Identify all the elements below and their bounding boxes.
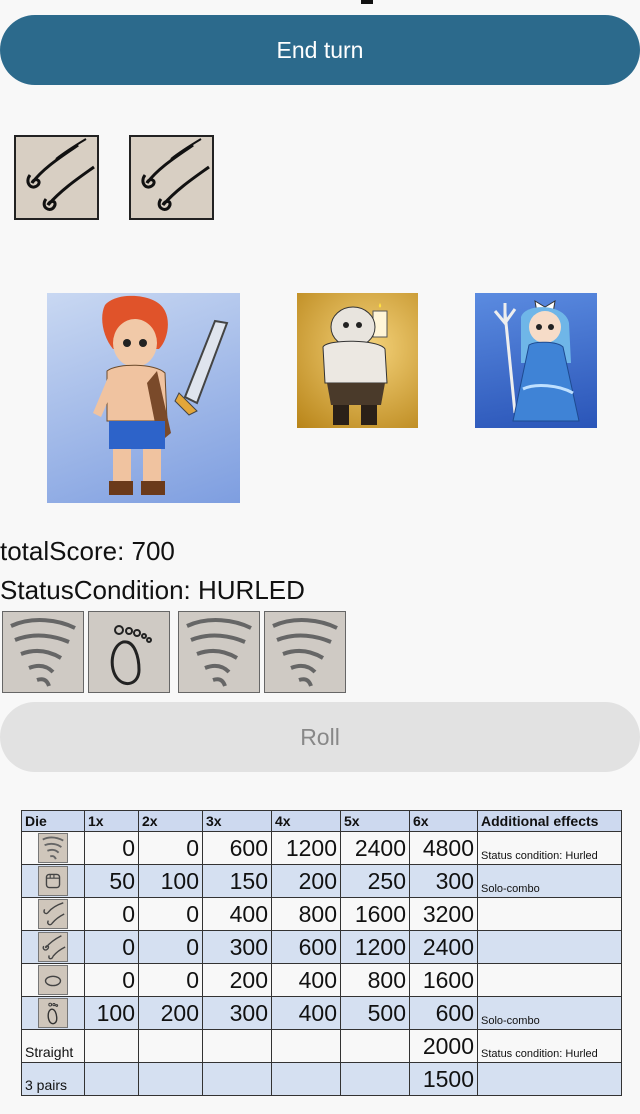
score-cell: 600 [409, 996, 478, 1030]
header-additional-effects: Additional effects [477, 810, 622, 832]
header-3x: 3x [202, 810, 272, 832]
table-row: 0 0 600 1200 2400 4800 Status condition: Hurle… [21, 831, 622, 865]
score-cell: 800 [271, 897, 341, 931]
score-cell: 300 [409, 864, 478, 898]
tornado-die-icon[interactable] [178, 611, 260, 693]
header-4x: 4x [271, 810, 341, 832]
tornado-die-icon[interactable] [264, 611, 346, 693]
score-cell: 0 [138, 930, 203, 964]
score-cell: 2400 [409, 930, 478, 964]
score-cell [138, 1062, 203, 1096]
stone-icon [21, 963, 85, 997]
score-cell: 1200 [340, 930, 410, 964]
score-cell: 100 [84, 996, 139, 1030]
score-cell: 0 [84, 831, 139, 865]
row-label: Straight [21, 1029, 85, 1063]
end-turn-button[interactable]: End turn [0, 15, 640, 85]
score-cell: 0 [138, 831, 203, 865]
score-cell [202, 1029, 272, 1063]
header-2x: 2x [138, 810, 203, 832]
brute-character-portrait[interactable] [297, 293, 418, 428]
score-cell [271, 1062, 341, 1096]
sea-queen-character-portrait[interactable] [475, 293, 597, 428]
table-row: 100 200 300 400 500 600 Solo-combo [21, 996, 622, 1030]
effect-cell: Status condition: Hurled [477, 831, 622, 865]
effect-cell [477, 930, 622, 964]
score-cell: 150 [202, 864, 272, 898]
score-cell: 200 [202, 963, 272, 997]
top-edge-marker [361, 0, 373, 4]
score-cell: 400 [271, 996, 341, 1030]
score-cell: 2400 [340, 831, 410, 865]
tornado-die-icon[interactable] [2, 611, 84, 693]
score-cell: 800 [340, 963, 410, 997]
effect-cell [477, 963, 622, 997]
score-cell [138, 1029, 203, 1063]
effect-cell [477, 1062, 622, 1096]
effect-cell: Solo-combo [477, 864, 622, 898]
score-cell [84, 1029, 139, 1063]
total-score-label: totalScore: 700 [0, 536, 175, 566]
score-cell: 0 [138, 897, 203, 931]
score-cell: 100 [138, 864, 203, 898]
swordsman-character-portrait[interactable] [47, 293, 240, 503]
score-cell: 0 [84, 963, 139, 997]
roll-button[interactable]: Roll [0, 702, 640, 772]
score-cell: 400 [202, 897, 272, 931]
score-table: Die 1x 2x 3x 4x 5x 6x Additional effects… [21, 810, 622, 1096]
score-cell: 2000 [409, 1029, 478, 1063]
row-label: 3 pairs [21, 1062, 85, 1096]
effect-cell: Status condition: Hurled [477, 1029, 622, 1063]
score-cell: 3200 [409, 897, 478, 931]
tornado-icon [21, 831, 85, 865]
score-cell: 1200 [271, 831, 341, 865]
score-cell: 250 [340, 864, 410, 898]
score-cell: 200 [271, 864, 341, 898]
effect-cell [477, 897, 622, 931]
table-header-row: Die 1x 2x 3x 4x 5x 6x Additional effects [21, 810, 622, 832]
score-cell: 300 [202, 996, 272, 1030]
wind-swirl-icon[interactable] [14, 135, 99, 220]
header-5x: 5x [340, 810, 410, 832]
score-cell: 0 [84, 897, 139, 931]
score-cell: 200 [138, 996, 203, 1030]
header-1x: 1x [84, 810, 139, 832]
score-cell [202, 1062, 272, 1096]
footprint-icon [21, 996, 85, 1030]
score-cell [340, 1062, 410, 1096]
table-row: 0 0 400 800 1600 3200 [21, 897, 622, 931]
status-condition-label: StatusCondition: HURLED [0, 575, 305, 605]
table-row: 3 pairs 1500 [21, 1062, 622, 1096]
wind-icon [21, 897, 85, 931]
score-cell [340, 1029, 410, 1063]
score-cell: 4800 [409, 831, 478, 865]
effect-cell: Solo-combo [477, 996, 622, 1030]
wind-swirl-icon[interactable] [129, 135, 214, 220]
table-row: 0 0 300 600 1200 2400 [21, 930, 622, 964]
score-cell: 1600 [409, 963, 478, 997]
score-cell: 0 [138, 963, 203, 997]
header-die: Die [21, 810, 85, 832]
score-cell [271, 1029, 341, 1063]
score-cell: 50 [84, 864, 139, 898]
fist-icon [21, 864, 85, 898]
score-cell: 1600 [340, 897, 410, 931]
header-6x: 6x [409, 810, 478, 832]
score-cell: 0 [84, 930, 139, 964]
score-cell: 500 [340, 996, 410, 1030]
footprint-die-icon[interactable] [88, 611, 170, 693]
score-cell: 400 [271, 963, 341, 997]
score-cell [84, 1062, 139, 1096]
wind-swirl-icon [21, 930, 85, 964]
table-row: 0 0 200 400 800 1600 [21, 963, 622, 997]
score-cell: 300 [202, 930, 272, 964]
table-row: 50 100 150 200 250 300 Solo-combo [21, 864, 622, 898]
score-cell: 1500 [409, 1062, 478, 1096]
score-cell: 600 [202, 831, 272, 865]
score-cell: 600 [271, 930, 341, 964]
table-row: Straight 2000 Status condition: Hurled [21, 1029, 622, 1063]
